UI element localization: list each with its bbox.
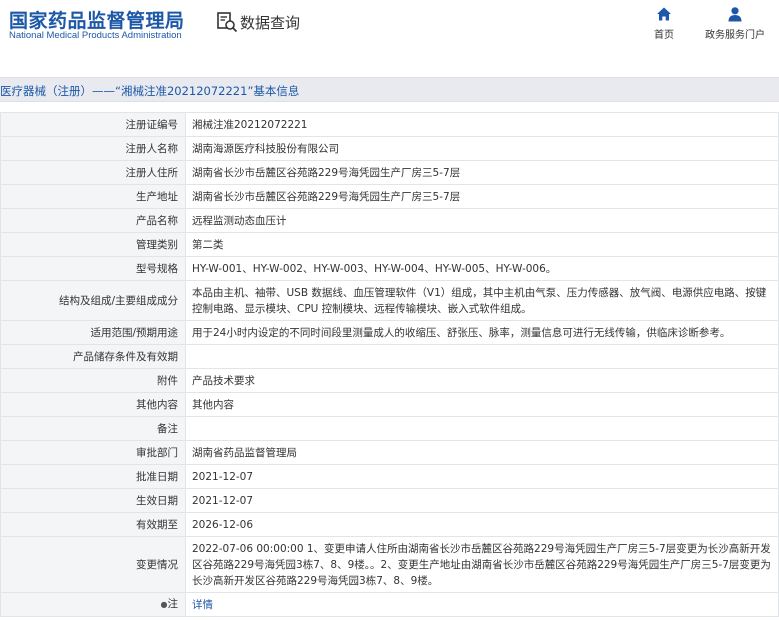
row-value: 产品技术要求 <box>185 368 779 393</box>
row-value: 用于24小时内设定的不同时间段里测量成人的收缩压、舒张压、脉率，测量信息可进行无… <box>185 320 779 345</box>
info-row: 注册人住所 湖南省长沙市岳麓区谷苑路229号海凭园生产厂房三5-7层 <box>0 160 779 185</box>
row-value <box>185 416 779 441</box>
nav-home-label: 首页 <box>654 30 674 41</box>
registration-info-table: 注册证编号 湘械注准20212072221 注册人名称 湖南海源医疗科技股份有限公司注… <box>0 112 779 617</box>
row-label: 结构及组成/主要组成成分 <box>0 280 186 321</box>
row-value: 湖南省长沙市岳麓区谷苑路229号海凭园生产厂房三5-7层 <box>185 184 779 209</box>
info-row: 注册人名称 湖南海源医疗科技股份有限公司 <box>0 136 779 161</box>
row-label: 注册人名称 <box>0 136 186 161</box>
row-value: 湖南海源医疗科技股份有限公司 <box>185 136 779 161</box>
row-value: 2022-07-06 00:00:00 1、变更申请人住所由湖南省长沙市岳麓区谷… <box>185 536 779 593</box>
row-value: 2021-12-07 <box>185 464 779 489</box>
row-label: 注册人住所 <box>0 160 186 185</box>
data-query-label: 数据查询 <box>240 13 301 32</box>
info-row: 产品名称 远程监测动态血压计 <box>0 208 779 233</box>
row-label: 型号规格 <box>0 256 186 281</box>
row-value: 第二类 <box>185 232 779 257</box>
details-link[interactable]: 详情 <box>192 599 213 611</box>
info-row: 生效日期 2021-12-07 <box>0 488 779 513</box>
data-query-link[interactable]: 数据查询 <box>216 10 300 34</box>
page-title: 医疗器械（注册）——“湘械注准20212072221”基本信息 <box>0 84 300 98</box>
row-value: 本品由主机、袖带、USB 数据线、血压管理软件（V1）组成，其中主机由气泵、压力… <box>185 280 779 321</box>
row-label: 变更情况 <box>0 536 186 593</box>
site-logo-cn[interactable]: 国家药品监督管理局 <box>9 6 185 33</box>
site-logo-en[interactable]: National Medical Products Administration <box>9 30 182 41</box>
info-row: 备注 <box>0 416 779 441</box>
info-row: 管理类别 第二类 <box>0 232 779 257</box>
nav-gov-label: 政务服务门户 <box>705 30 765 41</box>
info-row: 注册证编号 湘械注准20212072221 <box>0 112 779 137</box>
row-value: HY-W-001、HY-W-002、HY-W-003、HY-W-004、HY-W… <box>185 256 779 281</box>
row-label: 生产地址 <box>0 184 186 209</box>
row-value: 远程监测动态血压计 <box>185 208 779 233</box>
home-icon <box>656 6 672 22</box>
info-row: 审批部门 湖南省药品监督管理局 <box>0 440 779 465</box>
note-value-cell: 详情 <box>185 592 779 617</box>
row-label: 产品储存条件及有效期 <box>0 344 186 369</box>
row-label: 其他内容 <box>0 392 186 417</box>
info-row: 产品储存条件及有效期 <box>0 344 779 369</box>
row-label: 管理类别 <box>0 232 186 257</box>
row-label: 附件 <box>0 368 186 393</box>
nav-gov-portal[interactable]: 政务服务门户 <box>700 6 770 41</box>
row-label: 注册证编号 <box>0 112 186 137</box>
info-row: 批准日期 2021-12-07 <box>0 464 779 489</box>
note-row: ●注 详情 <box>0 592 779 617</box>
row-value <box>185 344 779 369</box>
info-row: 适用范围/预期用途 用于24小时内设定的不同时间段里测量成人的收缩压、舒张压、脉率… <box>0 320 779 345</box>
row-label: 批准日期 <box>0 464 186 489</box>
nav-home[interactable]: 首页 <box>648 6 680 41</box>
breadcrumb-title-bar: 医疗器械（注册）——“湘械注准20212072221”基本信息 <box>0 77 779 102</box>
info-row: 其他内容 其他内容 <box>0 392 779 417</box>
info-row: 有效期至 2026-12-06 <box>0 512 779 537</box>
row-value: 湘械注准20212072221 <box>185 112 779 137</box>
bullet-icon: ● <box>160 600 168 609</box>
row-label: 产品名称 <box>0 208 186 233</box>
row-label: 审批部门 <box>0 440 186 465</box>
row-label: 适用范围/预期用途 <box>0 320 186 345</box>
row-label: 有效期至 <box>0 512 186 537</box>
row-label: 生效日期 <box>0 488 186 513</box>
user-icon <box>727 6 743 22</box>
info-row: 生产地址 湖南省长沙市岳麓区谷苑路229号海凭园生产厂房三5-7层 <box>0 184 779 209</box>
note-label: 注 <box>167 598 179 610</box>
info-row: 型号规格 HY-W-001、HY-W-002、HY-W-003、HY-W-004、… <box>0 256 779 281</box>
row-value: 湖南省药品监督管理局 <box>185 440 779 465</box>
document-search-icon <box>216 11 238 33</box>
row-value: 其他内容 <box>185 392 779 417</box>
info-row: 结构及组成/主要组成成分 本品由主机、袖带、USB 数据线、血压管理软件（V1）组… <box>0 280 779 321</box>
note-label-cell: ●注 <box>0 592 186 617</box>
row-value: 2021-12-07 <box>185 488 779 513</box>
info-row: 变更情况 2022-07-06 00:00:00 1、变更申请人住所由湖南省长沙市… <box>0 536 779 593</box>
info-row: 附件 产品技术要求 <box>0 368 779 393</box>
row-label: 备注 <box>0 416 186 441</box>
row-value: 2026-12-06 <box>185 512 779 537</box>
row-value: 湖南省长沙市岳麓区谷苑路229号海凭园生产厂房三5-7层 <box>185 160 779 185</box>
site-header: 国家药品监督管理局 National Medical Products Admi… <box>0 0 779 62</box>
